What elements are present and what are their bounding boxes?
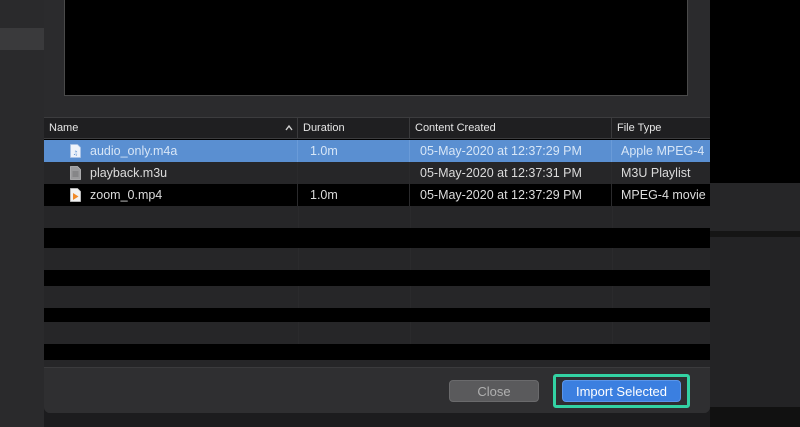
table-row[interactable]: playback.m3u 05-May-2020 at 12:37:31 PM … xyxy=(44,162,710,184)
table-row[interactable]: ♫ audio_only.m4a 1.0m 05-May-2020 at 12:… xyxy=(44,140,710,162)
import-selected-button[interactable]: Import Selected xyxy=(562,380,681,402)
background-band xyxy=(710,237,800,407)
column-divider xyxy=(298,248,299,270)
background-left-panel xyxy=(0,0,44,427)
cell-name: playback.m3u xyxy=(44,162,298,184)
column-header-label: Content Created xyxy=(415,122,496,134)
empty-row xyxy=(44,322,710,344)
column-divider xyxy=(612,322,613,344)
empty-row xyxy=(44,206,710,228)
column-divider xyxy=(612,248,613,270)
column-header-label: Duration xyxy=(303,122,345,134)
media-preview xyxy=(64,0,688,96)
import-button-highlight: Import Selected xyxy=(553,374,690,408)
background-band xyxy=(710,407,800,427)
close-button[interactable]: Close xyxy=(449,380,539,402)
cell-file-type: Apple MPEG-4 xyxy=(621,144,705,158)
cell-duration: 1.0m xyxy=(298,140,410,162)
dialog-footer: Close Import Selected xyxy=(44,367,710,413)
preview-area xyxy=(44,0,710,117)
column-header-duration[interactable]: Duration xyxy=(298,118,410,139)
cell-content-created: 05-May-2020 at 12:37:31 PM xyxy=(410,162,612,184)
column-divider xyxy=(298,206,299,228)
column-divider xyxy=(298,322,299,344)
cell-content-created: 05-May-2020 at 12:37:29 PM xyxy=(410,184,612,206)
import-dialog: Name Duration Content Created File Type … xyxy=(44,0,710,413)
file-table: Name Duration Content Created File Type … xyxy=(44,117,710,367)
column-header-file-type[interactable]: File Type xyxy=(612,118,710,139)
column-header-label: File Type xyxy=(617,122,662,134)
empty-row xyxy=(44,248,710,270)
background-band xyxy=(710,183,800,231)
background-right-panel xyxy=(710,0,800,427)
empty-row xyxy=(44,228,710,250)
cell-file-type: MPEG-4 movie xyxy=(621,188,706,202)
column-divider xyxy=(298,286,299,308)
cell-name: zoom_0.mp4 xyxy=(44,184,298,206)
background-left-selected-item xyxy=(0,28,44,50)
table-row[interactable]: zoom_0.mp4 1.0m 05-May-2020 at 12:37:29 … xyxy=(44,184,710,206)
chevron-up-icon[interactable] xyxy=(285,124,293,132)
cell-duration: 1.0m xyxy=(298,184,410,206)
cell-content-created: 05-May-2020 at 12:37:29 PM xyxy=(410,140,612,162)
column-divider xyxy=(410,322,411,344)
column-header-label: Name xyxy=(49,122,79,134)
column-divider xyxy=(612,286,613,308)
column-divider xyxy=(410,286,411,308)
column-header-content-created[interactable]: Content Created xyxy=(410,118,612,139)
empty-row xyxy=(44,360,710,367)
cell-duration xyxy=(298,162,410,184)
empty-row xyxy=(44,286,710,308)
column-divider xyxy=(410,248,411,270)
column-divider xyxy=(410,206,411,228)
column-divider xyxy=(612,206,613,228)
cell-file-type: M3U Playlist xyxy=(621,166,691,180)
table-header: Name Duration Content Created File Type xyxy=(44,117,710,139)
column-header-name[interactable]: Name xyxy=(44,118,298,139)
cell-name: audio_only.m4a xyxy=(44,140,298,162)
